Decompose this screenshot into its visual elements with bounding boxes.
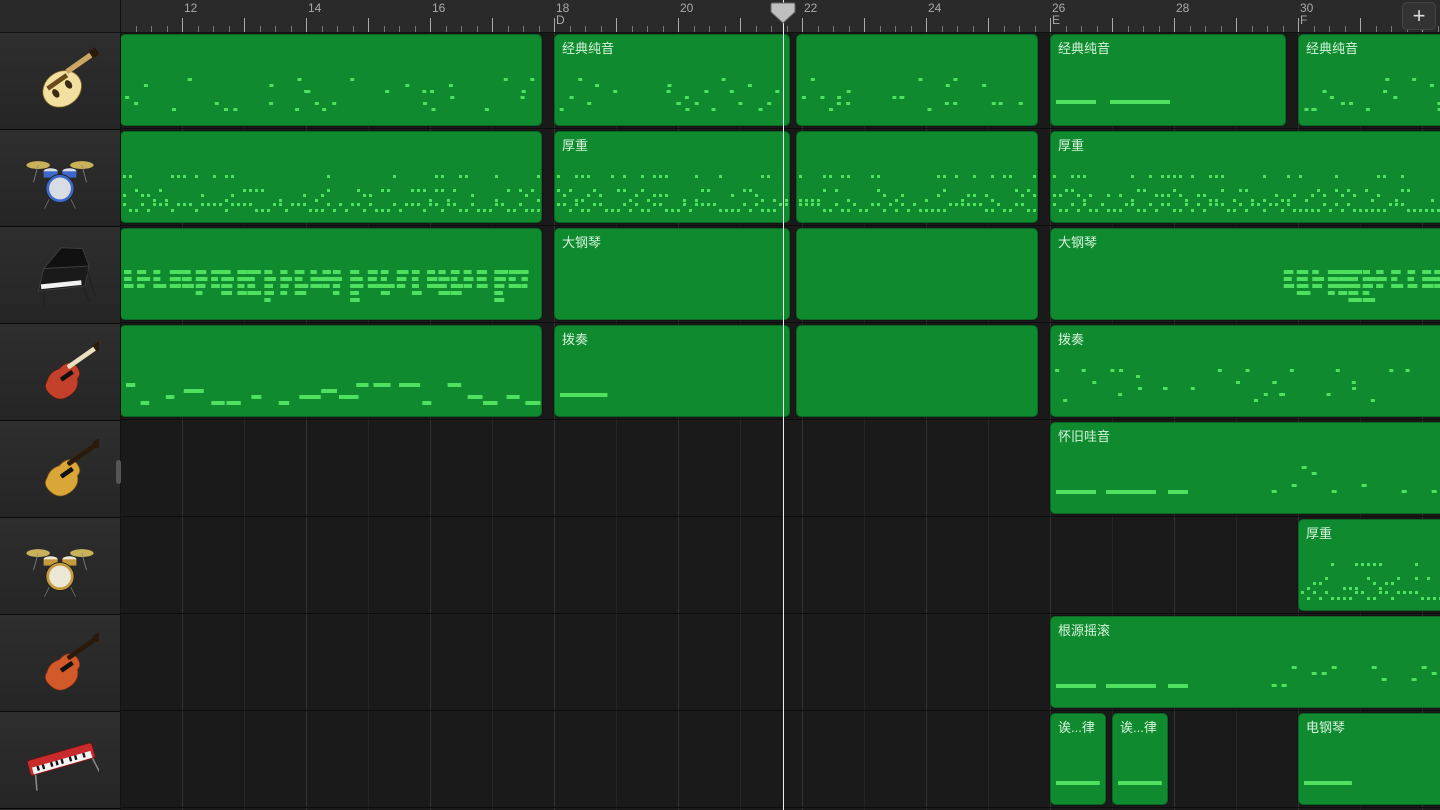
region-label: 诶...律 — [1058, 717, 1095, 736]
midi-region[interactable]: 厚重 — [554, 131, 790, 223]
midi-region[interactable] — [120, 325, 542, 417]
midi-region[interactable]: 根源摇滚 — [1050, 616, 1440, 708]
plus-icon: + — [1413, 5, 1426, 27]
midi-region[interactable]: 诶...律 — [1050, 713, 1106, 805]
region-label: 怀旧哇音 — [1058, 426, 1110, 445]
midi-region[interactable]: 经典纯音 — [554, 34, 790, 126]
ruler-tick-label: 26 E — [1052, 2, 1065, 26]
solid-guitar-gold-icon — [21, 428, 99, 511]
piano-icon — [21, 234, 99, 317]
track-header-2[interactable] — [0, 227, 120, 324]
midi-region[interactable]: 经典纯音 — [1298, 34, 1440, 126]
ruler-tick-label: 22 — [804, 2, 817, 14]
add-track-button[interactable]: + — [1402, 2, 1436, 30]
ruler-tick-label: 28 — [1176, 2, 1189, 14]
midi-region[interactable]: 厚重 — [1298, 519, 1440, 611]
track-row[interactable]: 厚重 厚重 — [120, 129, 1440, 226]
drum-gold-icon — [21, 525, 99, 608]
midi-region[interactable]: 拨奏 — [554, 325, 790, 417]
midi-region[interactable] — [796, 34, 1038, 126]
track-header-6[interactable] — [0, 615, 120, 712]
tracks-area[interactable]: 经典纯音经典纯音经典纯音厚重厚重大钢琴大钢琴拨奏拨奏怀旧哇音厚重根源摇滚诶...… — [120, 32, 1440, 810]
region-label: 诶...律 — [1120, 717, 1157, 736]
midi-region[interactable] — [796, 131, 1038, 223]
keyboard-red-icon — [21, 719, 99, 802]
track-header-4[interactable] — [0, 421, 120, 518]
ruler-tick-label: 12 — [184, 2, 197, 14]
ruler-tick-label: 14 — [308, 2, 321, 14]
vertical-scrollbar[interactable] — [116, 460, 121, 484]
region-label: 电钢琴 — [1306, 717, 1345, 736]
midi-region[interactable]: 厚重 — [1050, 131, 1440, 223]
midi-region[interactable] — [120, 228, 542, 320]
midi-region[interactable]: 电钢琴 — [1298, 713, 1440, 805]
ruler-tick-label: 20 — [680, 2, 693, 14]
midi-region[interactable]: 大钢琴 — [1050, 228, 1440, 320]
midi-region[interactable]: 拨奏 — [1050, 325, 1440, 417]
region-label: 经典纯音 — [1058, 38, 1110, 57]
bass-icon — [21, 331, 99, 414]
ruler-corner — [0, 0, 120, 33]
drum-blue-icon — [21, 137, 99, 220]
solid-guitar-red-icon — [21, 622, 99, 705]
midi-region[interactable] — [120, 131, 542, 223]
playhead[interactable] — [770, 2, 796, 24]
midi-region[interactable]: 怀旧哇音 — [1050, 422, 1440, 514]
region-label: 经典纯音 — [562, 38, 614, 57]
track-row[interactable]: 怀旧哇音 — [120, 420, 1440, 517]
region-label: 厚重 — [1306, 523, 1332, 542]
track-row[interactable]: 厚重 — [120, 517, 1440, 614]
ruler-tick-label: 30 F — [1300, 2, 1313, 26]
ruler-tick-label: 18 D — [556, 2, 569, 26]
region-label: 厚重 — [1058, 135, 1084, 154]
track-row[interactable]: 大钢琴 大钢琴 — [120, 226, 1440, 323]
ruler-tick-label: 16 — [432, 2, 445, 14]
track-header-3[interactable] — [0, 324, 120, 421]
track-header-5[interactable] — [0, 518, 120, 615]
track-header-0[interactable] — [0, 33, 120, 130]
region-label: 经典纯音 — [1306, 38, 1358, 57]
track-row[interactable]: 诶...律 诶...律 电钢琴 — [120, 711, 1440, 808]
track-header-1[interactable] — [0, 130, 120, 227]
region-label: 拨奏 — [1058, 329, 1084, 348]
region-label: 大钢琴 — [562, 232, 601, 251]
track-row[interactable]: 拨奏 拨奏 — [120, 323, 1440, 420]
midi-region[interactable] — [796, 325, 1038, 417]
midi-region[interactable]: 诶...律 — [1112, 713, 1168, 805]
midi-region[interactable] — [796, 228, 1038, 320]
region-label: 根源摇滚 — [1058, 620, 1110, 639]
hollow-guitar-icon — [21, 40, 99, 123]
ruler-tick-label: 24 — [928, 2, 941, 14]
region-label: 厚重 — [562, 135, 588, 154]
region-label: 大钢琴 — [1058, 232, 1097, 251]
track-row[interactable]: 根源摇滚 — [120, 614, 1440, 711]
track-header-7[interactable] — [0, 712, 120, 809]
track-row[interactable]: 经典纯音 经典纯音 经典纯音 — [120, 32, 1440, 129]
midi-region[interactable] — [120, 34, 542, 126]
midi-region[interactable]: 大钢琴 — [554, 228, 790, 320]
region-label: 拨奏 — [562, 329, 588, 348]
midi-region[interactable]: 经典纯音 — [1050, 34, 1286, 126]
